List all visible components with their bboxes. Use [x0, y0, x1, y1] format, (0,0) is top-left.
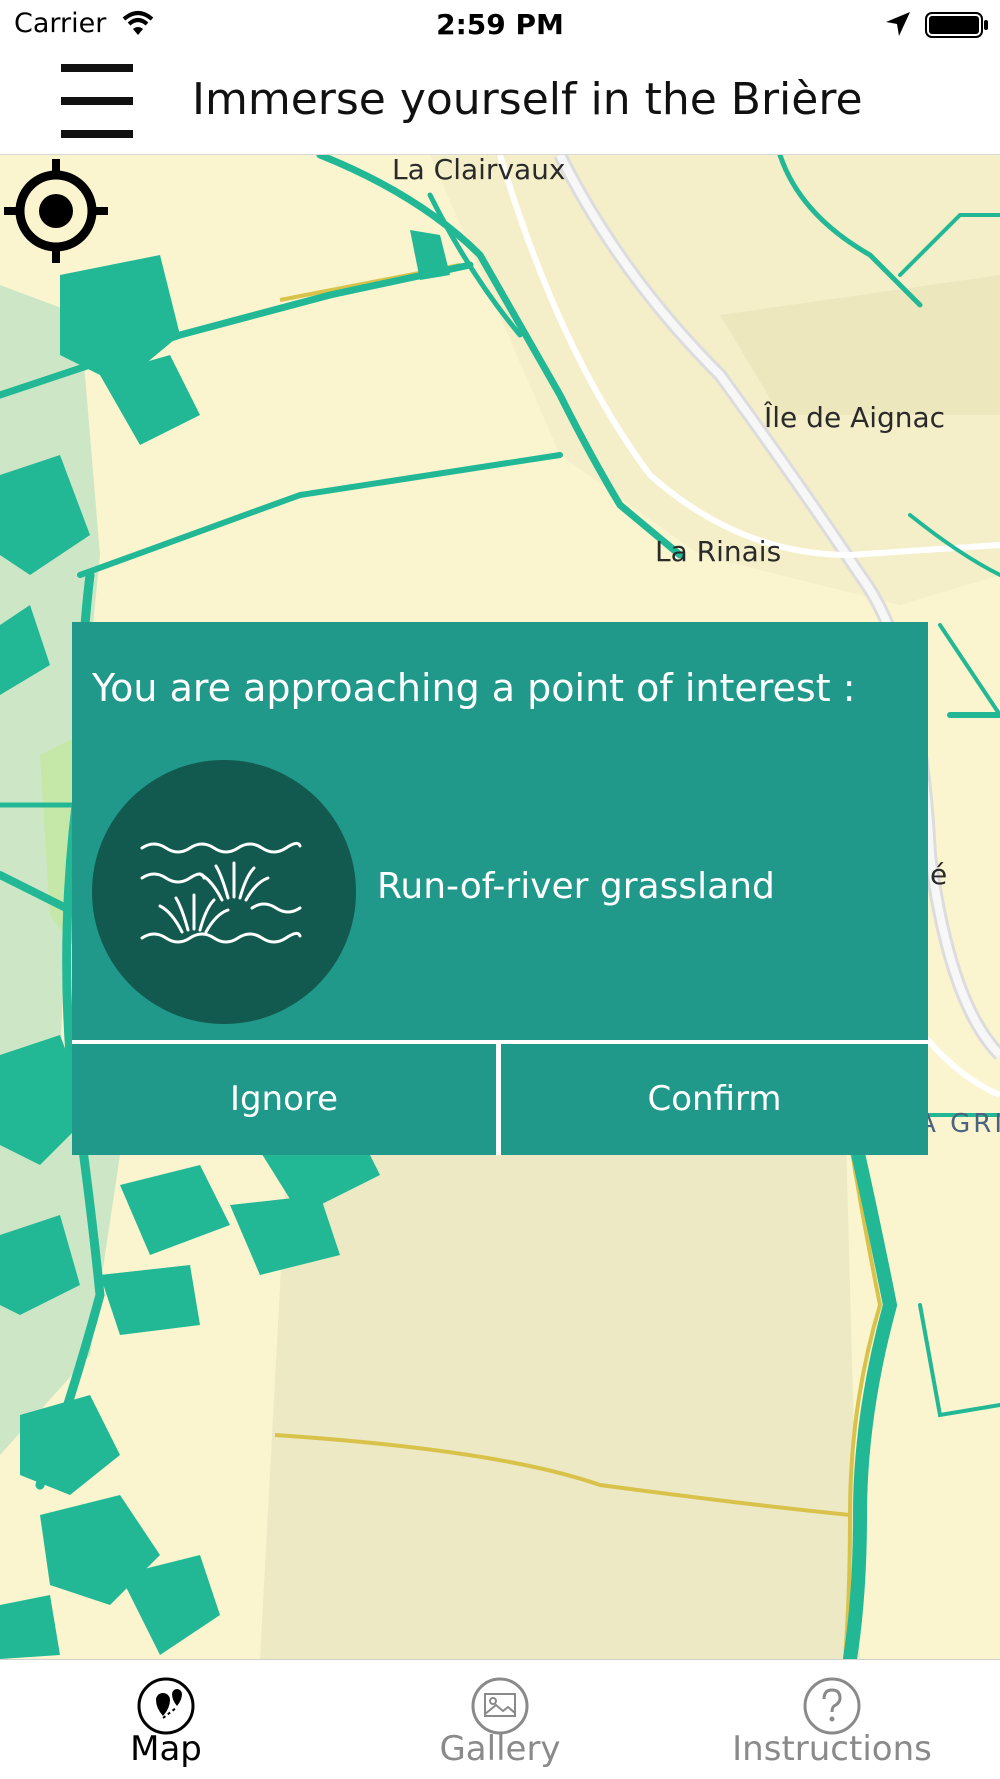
location-arrow-icon [886, 12, 910, 36]
hamburger-menu-icon[interactable] [58, 64, 134, 138]
poi-name: Run-of-river grassland [377, 866, 775, 907]
tab-map[interactable]: Map [90, 1660, 242, 1779]
grassland-water-icon [92, 760, 356, 1024]
map-label-ile-de-aignac: Île de Aignac [764, 401, 946, 434]
page-title: Immerse yourself in the Brière [192, 74, 863, 125]
question-icon [803, 1677, 861, 1735]
map-pin-icon [137, 1677, 195, 1735]
app-header: Immerse yourself in the Brière [0, 50, 1000, 155]
battery-icon [925, 12, 988, 38]
tab-gallery[interactable]: Gallery [420, 1660, 580, 1779]
map-label-la-rinais: La Rinais [655, 535, 782, 568]
tab-label-map: Map [130, 1729, 202, 1769]
clock: 2:59 PM [436, 8, 564, 41]
map-label-la-clairvaux: La Clairvaux [392, 155, 566, 186]
tab-label-instructions: Instructions [732, 1729, 932, 1769]
poi-dialog: You are approaching a point of interest … [72, 622, 928, 1155]
tab-label-gallery: Gallery [439, 1729, 561, 1769]
tab-instructions[interactable]: Instructions [712, 1660, 952, 1779]
confirm-button[interactable]: Confirm [501, 1044, 928, 1155]
crosshair-locate-icon[interactable] [0, 155, 112, 267]
map-label-partial: é [930, 858, 948, 891]
gallery-icon [471, 1677, 529, 1735]
dialog-message: You are approaching a point of interest … [92, 666, 856, 710]
ignore-button[interactable]: Ignore [72, 1044, 496, 1155]
status-bar: Carrier 2:59 PM [0, 0, 1000, 50]
tab-bar: Map Gallery Instructions [0, 1659, 1000, 1779]
